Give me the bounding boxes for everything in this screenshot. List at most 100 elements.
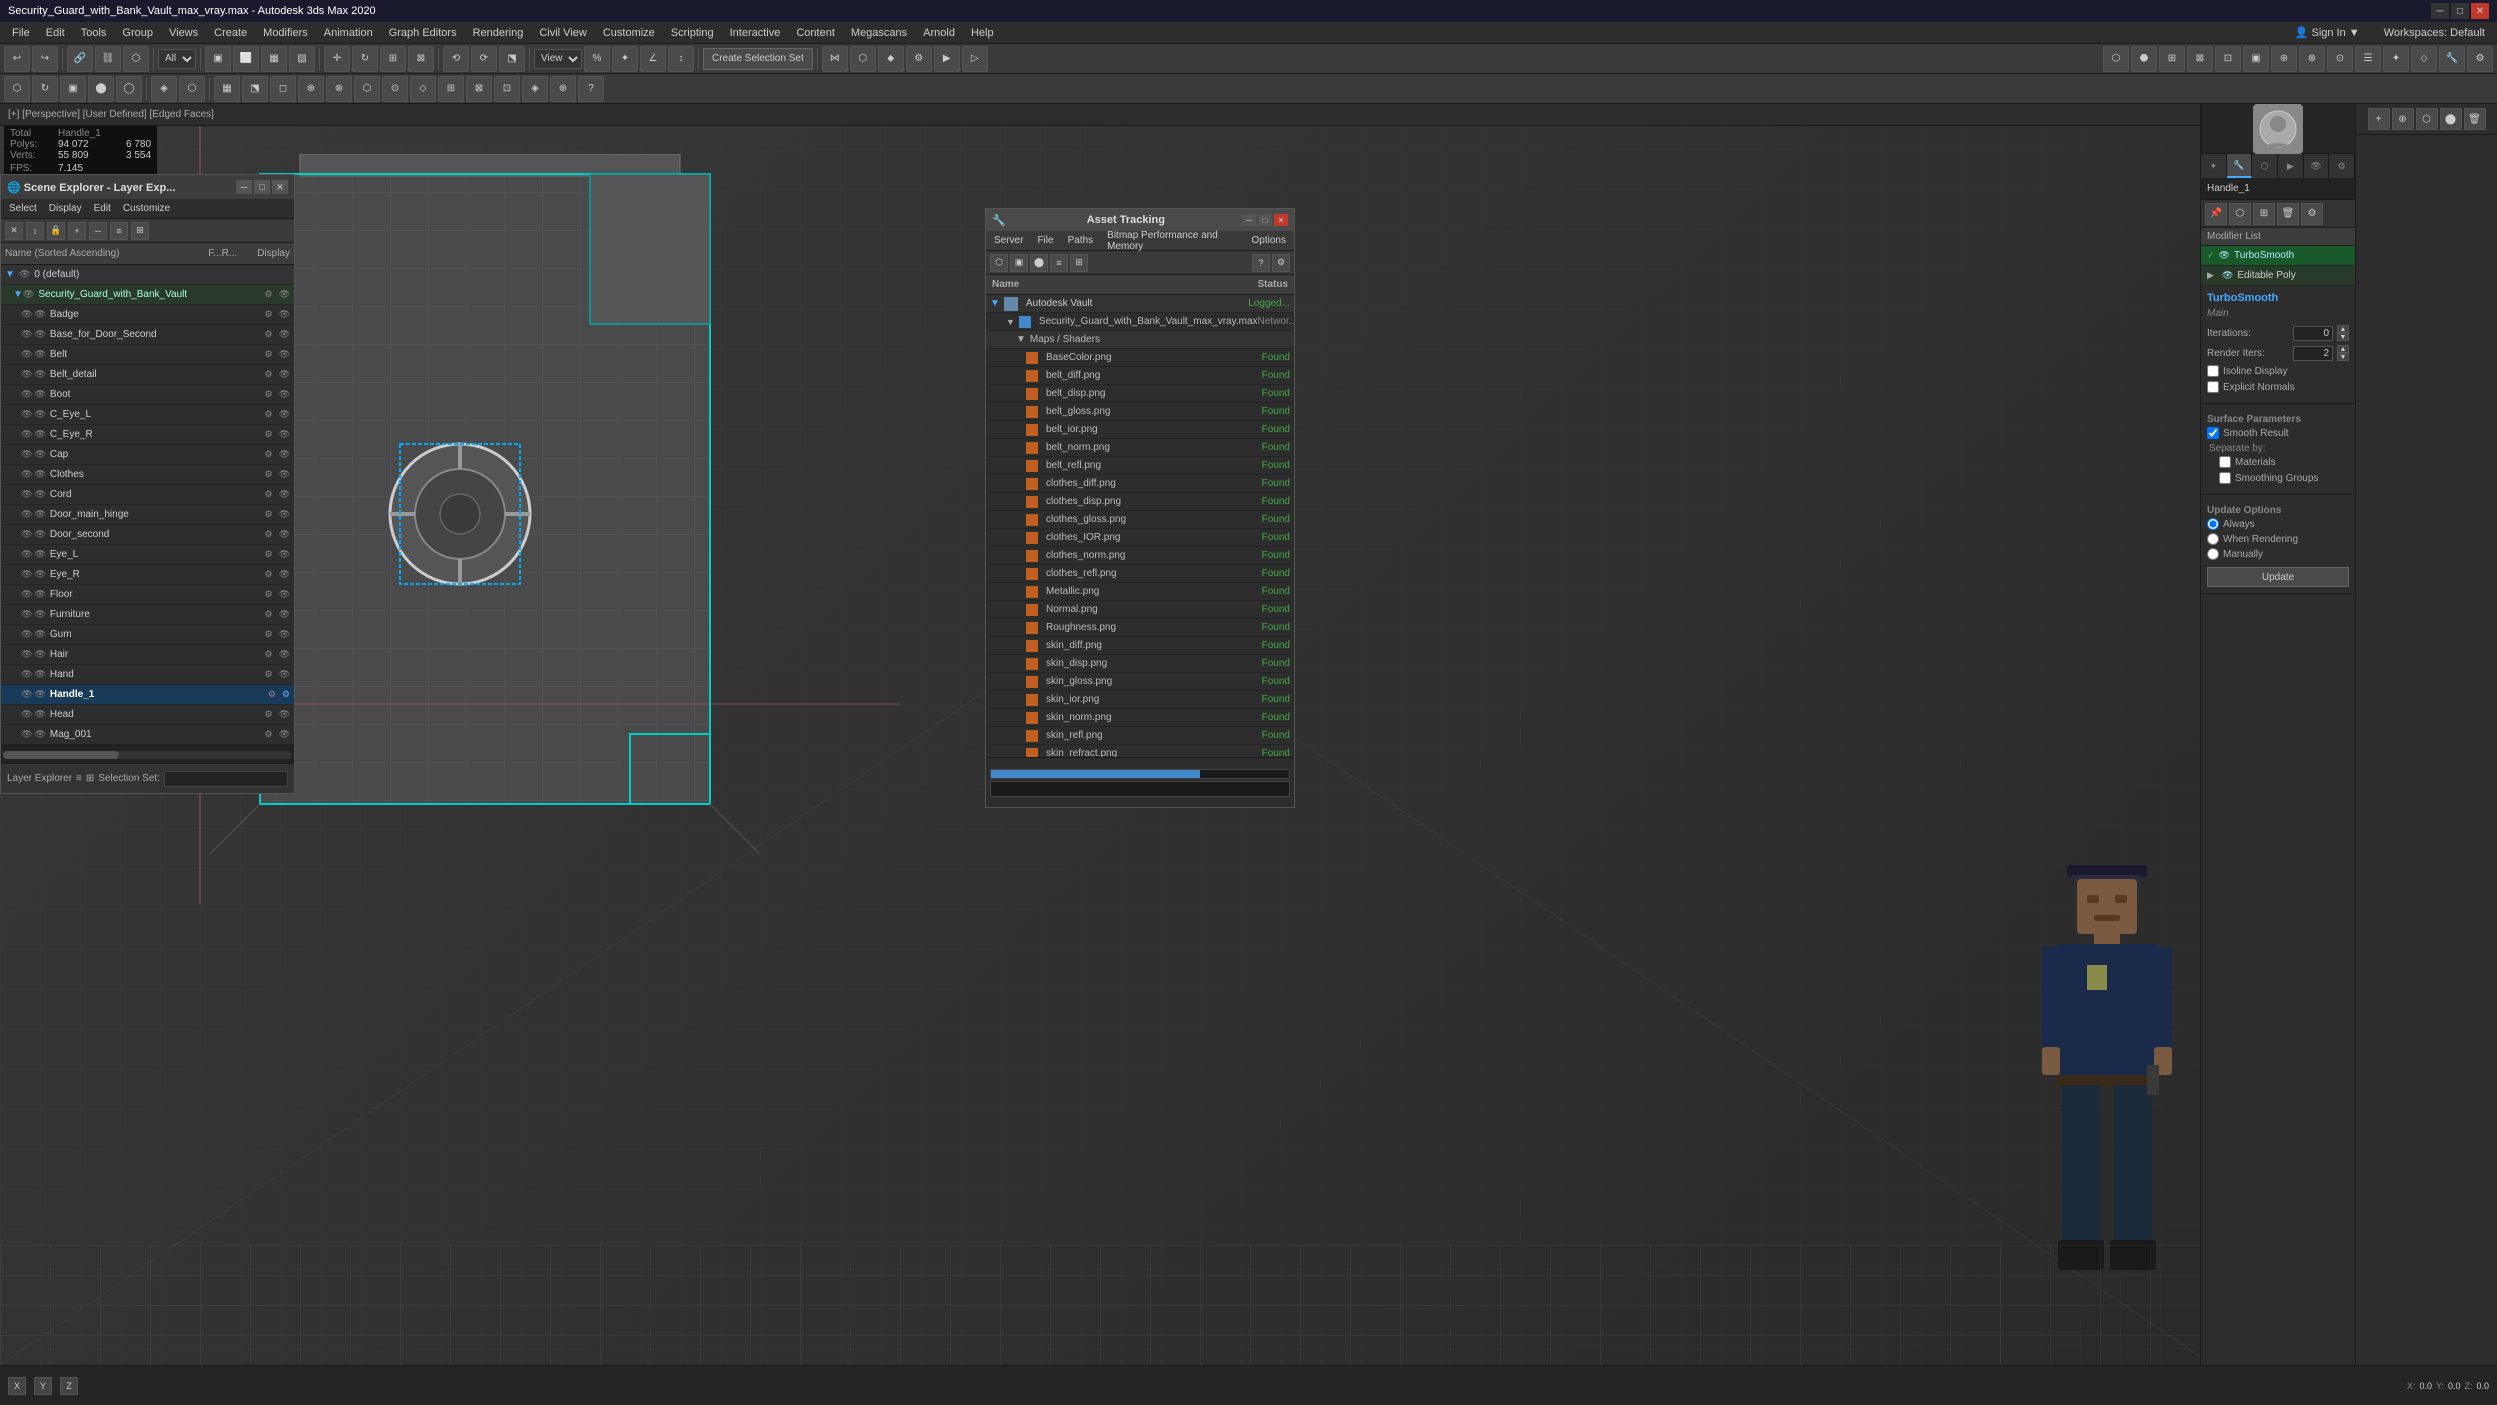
tab-hierarchy[interactable]: ⬡ — [2252, 154, 2278, 178]
se-sort-btn[interactable]: ↕ — [26, 222, 44, 240]
align-button[interactable]: ⬔ — [499, 46, 525, 72]
at-btn3[interactable]: ⬤ — [1030, 254, 1048, 272]
at-vault-item[interactable]: ▼ Autodesk Vault Logged... — [986, 295, 1294, 313]
list-item[interactable]: 👁 👁 C_Eye_R ⚙👁 — [1, 425, 294, 445]
menu-file[interactable]: File — [4, 22, 38, 44]
mod-remove-btn[interactable]: 🗑 — [2277, 203, 2299, 225]
cmd-icon-5[interactable]: 🗑 — [2464, 108, 2486, 130]
at-file-skin-ior[interactable]: skin_ior.png Found — [986, 691, 1294, 709]
view-dropdown[interactable]: View — [534, 49, 582, 69]
tab-modify[interactable]: 🔧 — [2227, 154, 2253, 178]
at-minimize[interactable]: ─ — [1242, 214, 1256, 226]
se-minus-btn[interactable]: ─ — [89, 222, 107, 240]
at-item-list[interactable]: ▼ Autodesk Vault Logged... ▼ Security_Gu… — [986, 295, 1294, 757]
at-file-normal[interactable]: Normal.png Found — [986, 601, 1294, 619]
tb2-btn8[interactable]: ⬔ — [242, 76, 268, 102]
toolbar-icon-10[interactable]: ☰ — [2355, 46, 2381, 72]
tb2-btn12[interactable]: ⬡ — [354, 76, 380, 102]
menu-views[interactable]: Views — [161, 22, 206, 44]
explorer-item-list[interactable]: ▼ 👁 0 (default) ▼ 👁 Security_Guard_with_… — [1, 265, 294, 745]
toolbar-icon-13[interactable]: 🔧 — [2439, 46, 2465, 72]
se-menu-edit[interactable]: Edit — [90, 203, 115, 214]
at-maximize[interactable]: □ — [1258, 214, 1272, 226]
axis-lock-y[interactable]: Y — [34, 1377, 52, 1395]
angle-snap-button[interactable]: ∠ — [640, 46, 666, 72]
se-layers-btn[interactable]: ≡ — [110, 222, 128, 240]
at-btn5[interactable]: ⊞ — [1070, 254, 1088, 272]
menu-help[interactable]: Help — [963, 22, 1002, 44]
tb2-btn2[interactable]: ↻ — [32, 76, 58, 102]
se-menu-customize[interactable]: Customize — [119, 203, 174, 214]
maximize-button[interactable]: □ — [2451, 3, 2469, 19]
list-item[interactable]: 👁 👁 Door_main_hinge ⚙👁 — [1, 505, 294, 525]
sign-in-button[interactable]: 👤 Sign In ▼ — [2287, 22, 2368, 44]
tb2-subobj[interactable]: ◈ — [151, 76, 177, 102]
at-file-clothes-disp[interactable]: clothes_disp.png Found — [986, 493, 1294, 511]
menu-group[interactable]: Group — [114, 22, 161, 44]
explorer-scrollbar[interactable] — [1, 745, 294, 763]
render-iters-down[interactable]: ▼ — [2337, 353, 2349, 361]
at-file-roughness[interactable]: Roughness.png Found — [986, 619, 1294, 637]
at-file-belt-disp[interactable]: belt_disp.png Found — [986, 385, 1294, 403]
at-file-clothes-gloss[interactable]: clothes_gloss.png Found — [986, 511, 1294, 529]
cmd-icon-2[interactable]: ⊕ — [2392, 108, 2414, 130]
se-menu-display[interactable]: Display — [45, 203, 86, 214]
at-help[interactable]: ? — [1252, 254, 1270, 272]
select-crossing-button[interactable]: ▧ — [289, 46, 315, 72]
material-editor-button[interactable]: ⬥ — [878, 46, 904, 72]
schematic-button[interactable]: ⬡ — [850, 46, 876, 72]
toolbar-icon-5[interactable]: ⊡ — [2215, 46, 2241, 72]
axis-lock-x[interactable]: X — [8, 1377, 26, 1395]
list-item[interactable]: 👁 👁 Belt ⚙👁 — [1, 345, 294, 365]
when-rendering-radio[interactable] — [2207, 533, 2219, 545]
spinner-snap-button[interactable]: ↕ — [668, 46, 694, 72]
unlink-button[interactable]: ⛓ — [95, 46, 121, 72]
close-button[interactable]: ✕ — [2471, 3, 2489, 19]
at-menu-paths[interactable]: Paths — [1064, 235, 1098, 246]
rotate-button[interactable]: ↻ — [352, 46, 378, 72]
tb2-btn4[interactable]: ⬤ — [88, 76, 114, 102]
selection-set-input[interactable] — [164, 771, 288, 787]
at-file-skin-refract[interactable]: skin_refract.png Found — [986, 745, 1294, 757]
iterations-input[interactable] — [2293, 326, 2333, 341]
move-button[interactable]: ✛ — [324, 46, 350, 72]
list-item[interactable]: 👁 👁 Cord ⚙👁 — [1, 485, 294, 505]
isoline-checkbox[interactable] — [2207, 365, 2219, 377]
list-item[interactable]: 👁 👁 Clothes ⚙👁 — [1, 465, 294, 485]
list-item[interactable]: 👁 👁 Head ⚙👁 — [1, 705, 294, 725]
render-setup-button[interactable]: ⚙ — [906, 46, 932, 72]
undo-button[interactable]: ↩ — [4, 46, 30, 72]
tab-motion[interactable]: ▶ — [2278, 154, 2304, 178]
smoothing-groups-checkbox[interactable] — [2219, 472, 2231, 484]
cmd-icon-1[interactable]: + — [2368, 108, 2390, 130]
tab-create[interactable]: ✦ — [2201, 154, 2227, 178]
scene-explorer-close[interactable]: ✕ — [272, 180, 288, 194]
list-item[interactable]: 👁 👁 Hair ⚙👁 — [1, 645, 294, 665]
pct-snap-button[interactable]: % — [584, 46, 610, 72]
always-radio[interactable] — [2207, 518, 2219, 530]
layer-icon[interactable]: ≡ — [76, 773, 82, 784]
at-menu-bitmap[interactable]: Bitmap Performance and Memory — [1103, 230, 1241, 252]
bind-space-button[interactable]: ⬡ — [123, 46, 149, 72]
list-item[interactable]: 👁 👁 C_Eye_L ⚙👁 — [1, 405, 294, 425]
at-file-belt-refl[interactable]: belt_refl.png Found — [986, 457, 1294, 475]
tb2-btn6[interactable]: ⬡ — [179, 76, 205, 102]
render-iters-up[interactable]: ▲ — [2337, 345, 2349, 353]
manually-radio[interactable] — [2207, 548, 2219, 560]
update-button[interactable]: Update — [2207, 567, 2349, 587]
modifier-turbosmooth[interactable]: ✓ 👁 TurboSmooth — [2201, 246, 2355, 266]
render-iters-input[interactable] — [2293, 346, 2333, 361]
list-item[interactable]: 👁 👁 Eye_L ⚙👁 — [1, 545, 294, 565]
menu-content[interactable]: Content — [788, 22, 843, 44]
at-file-item[interactable]: ▼ Security_Guard_with_Bank_Vault_max_vra… — [986, 313, 1294, 331]
mod-stack-btn[interactable]: ⬡ — [2229, 203, 2251, 225]
explorer-group[interactable]: ▼ 👁 Security_Guard_with_Bank_Vault ⚙👁 — [1, 285, 294, 305]
list-item[interactable]: 👁 👁 Belt_detail ⚙👁 — [1, 365, 294, 385]
toolbar-icon-4[interactable]: ⊠ — [2187, 46, 2213, 72]
scale2-button[interactable]: ⊠ — [408, 46, 434, 72]
list-item[interactable]: 👁 👁 Hand ⚙👁 — [1, 665, 294, 685]
tb2-btn20[interactable]: ? — [578, 76, 604, 102]
toolbar-icon-6[interactable]: ▣ — [2243, 46, 2269, 72]
menu-interactive[interactable]: Interactive — [722, 22, 789, 44]
toolbar-icon-12[interactable]: ⬦ — [2411, 46, 2437, 72]
